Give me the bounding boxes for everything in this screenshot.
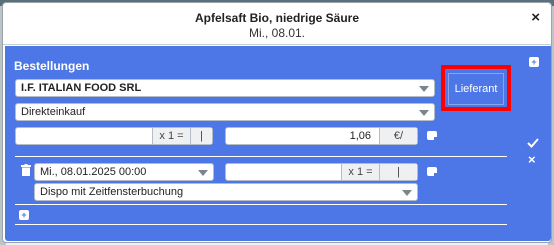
dialog-title: Apfelsaft Bio, niedrige Säure — [194, 11, 360, 25]
trash-icon[interactable] — [21, 164, 31, 176]
delivery-date-select[interactable]: Mi., 08.01.2025 00:00 — [34, 163, 214, 181]
delivery-quantity-unit-button[interactable]: | — [379, 164, 417, 180]
lieferant-button[interactable]: Lieferant — [448, 73, 504, 105]
price-input[interactable]: 1,06 — [350, 128, 371, 144]
note-icon[interactable] — [427, 131, 438, 141]
chevron-down-icon — [419, 110, 429, 116]
add-delivery-icon[interactable]: + — [19, 210, 29, 220]
section-divider — [15, 224, 507, 225]
orders-panel: Bestellungen + I.F. ITALIAN FOOD SRL Dir… — [5, 46, 551, 241]
dispo-select-value: Dispo mit Zeitfensterbuchung — [40, 186, 184, 198]
chevron-down-icon — [419, 86, 429, 92]
delivery-quantity-multiplier: x 1 = — [341, 164, 379, 180]
check-icon[interactable] — [526, 136, 540, 150]
dialog-subtitle: Mi., 08.01. — [248, 26, 306, 40]
delivery-quantity-field[interactable]: x 1 = | — [225, 163, 418, 181]
quantity-multiplier: x 1 = — [152, 128, 190, 144]
delivery-date-value: Mi., 08.01.2025 00:00 — [40, 166, 147, 178]
chevron-down-icon — [402, 190, 412, 196]
supplier-select-value: I.F. ITALIAN FOOD SRL — [21, 82, 142, 94]
add-order-icon[interactable]: + — [529, 57, 539, 67]
currency-unit-button[interactable]: €/ — [379, 128, 417, 144]
quantity-field[interactable]: x 1 = | — [15, 127, 213, 145]
purchase-type-select[interactable]: Direkteinkauf — [15, 103, 435, 121]
close-icon[interactable]: × — [531, 9, 540, 26]
quantity-unit-button[interactable]: | — [190, 128, 212, 144]
dialog-header: Apfelsaft Bio, niedrige Säure Mi., 08.01… — [3, 3, 551, 45]
note-icon[interactable] — [427, 167, 438, 177]
price-field[interactable]: 1,06 €/ — [225, 127, 418, 145]
order-dialog: Apfelsaft Bio, niedrige Säure Mi., 08.01… — [2, 2, 552, 243]
dispo-select[interactable]: Dispo mit Zeitfensterbuchung — [34, 183, 418, 201]
section-divider — [15, 204, 507, 205]
chevron-down-icon — [198, 170, 208, 176]
section-divider — [15, 156, 507, 157]
section-title-bestellungen: Bestellungen — [14, 59, 90, 73]
cancel-icon[interactable]: × — [528, 153, 536, 166]
supplier-select[interactable]: I.F. ITALIAN FOOD SRL — [15, 79, 435, 97]
purchase-type-select-value: Direkteinkauf — [21, 106, 86, 118]
